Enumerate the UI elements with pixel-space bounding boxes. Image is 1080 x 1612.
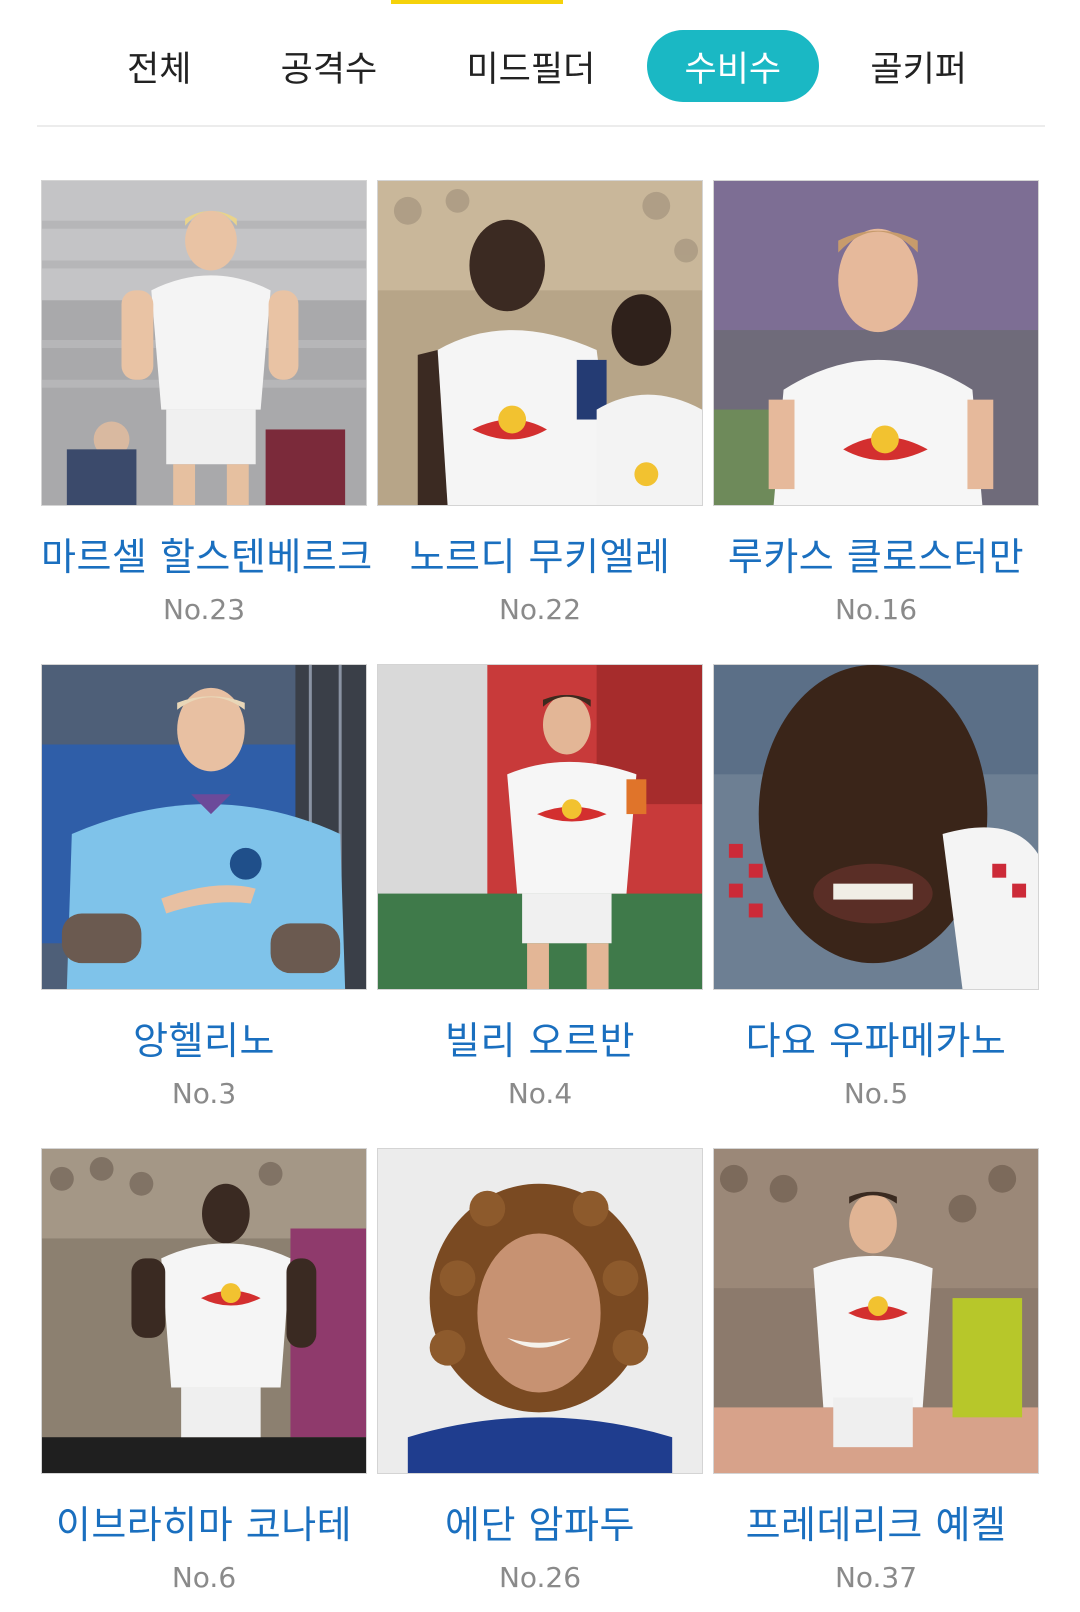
player-name[interactable]: 다요 우파메카노 xyxy=(713,1010,1039,1065)
player-card[interactable]: 빌리 오르반 No.4 xyxy=(377,664,703,1114)
player-photo xyxy=(41,1148,367,1474)
player-card[interactable]: 루카스 클로스터만 No.16 xyxy=(713,180,1039,630)
player-name[interactable]: 프레데리크 예켈 xyxy=(713,1494,1039,1549)
player-card[interactable]: 프레데리크 예켈 No.37 xyxy=(713,1148,1039,1598)
player-card[interactable]: 앙헬리노 No.3 xyxy=(41,664,367,1114)
tab-defenders[interactable]: 수비수 xyxy=(646,30,820,102)
player-card[interactable]: 노르디 무키엘레 No.22 xyxy=(377,180,703,630)
tab-midfielders[interactable]: 미드필더 xyxy=(428,30,633,102)
player-number: No.5 xyxy=(843,1077,909,1110)
player-photo xyxy=(377,1148,703,1474)
player-grid: 마르셀 할스텐베르크 No.23 노르디 무키엘레 No.22 루카스 클로스터… xyxy=(41,180,1041,1598)
player-name[interactable]: 에단 암파두 xyxy=(377,1494,703,1549)
player-number: No.4 xyxy=(507,1077,573,1110)
player-number: No.37 xyxy=(834,1561,918,1594)
player-photo xyxy=(377,664,703,990)
player-photo xyxy=(41,664,367,990)
player-number: No.3 xyxy=(171,1077,237,1110)
player-name[interactable]: 노르디 무키엘레 xyxy=(377,526,703,581)
player-number: No.6 xyxy=(171,1561,237,1594)
player-number: No.23 xyxy=(162,593,246,626)
player-number: No.16 xyxy=(834,593,918,626)
player-card[interactable]: 다요 우파메카노 No.5 xyxy=(713,664,1039,1114)
player-number: No.22 xyxy=(498,593,582,626)
tab-divider xyxy=(37,125,1045,127)
player-name[interactable]: 마르셀 할스텐베르크 xyxy=(41,526,372,581)
player-name[interactable]: 이브라히마 코나테 xyxy=(41,1494,367,1549)
player-photo xyxy=(377,180,703,506)
player-card[interactable]: 마르셀 할스텐베르크 No.23 xyxy=(41,180,372,630)
player-photo xyxy=(713,180,1039,506)
player-name[interactable]: 앙헬리노 xyxy=(41,1010,367,1065)
player-photo xyxy=(41,180,367,506)
player-card[interactable]: 이브라히마 코나테 No.6 xyxy=(41,1148,367,1598)
active-tab-indicator xyxy=(391,0,563,4)
player-card[interactable]: 에단 암파두 No.26 xyxy=(377,1148,703,1598)
player-name[interactable]: 루카스 클로스터만 xyxy=(713,526,1039,581)
player-number: No.26 xyxy=(498,1561,582,1594)
tab-all[interactable]: 전체 xyxy=(89,30,229,102)
player-photo xyxy=(713,664,1039,990)
tab-goalkeepers[interactable]: 골키퍼 xyxy=(832,30,1005,102)
player-name[interactable]: 빌리 오르반 xyxy=(377,1010,703,1065)
tab-forwards[interactable]: 공격수 xyxy=(243,30,416,102)
player-photo xyxy=(713,1148,1039,1474)
position-tabs: 전체 공격수 미드필더 수비수 골키퍼 xyxy=(37,30,1045,102)
